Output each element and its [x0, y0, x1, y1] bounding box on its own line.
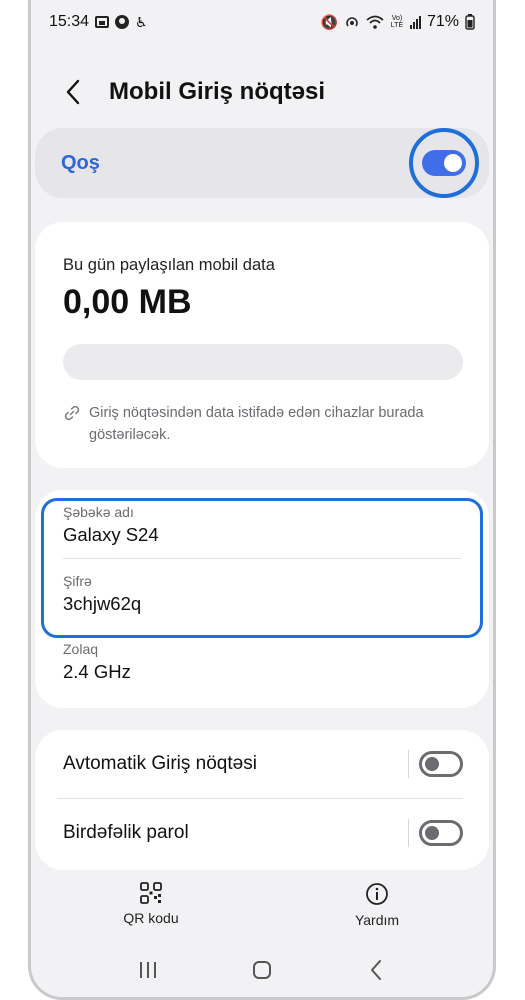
qr-code-icon [140, 882, 162, 904]
toggle-knob [444, 154, 462, 172]
auto-hotspot-toggle[interactable] [419, 751, 463, 777]
help-label: Yardım [354, 912, 400, 928]
switch-highlight-ring [409, 128, 479, 198]
data-usage-amount: 0,00 MB [63, 283, 192, 321]
account-icon [115, 15, 130, 29]
system-nav-bar [31, 942, 493, 997]
home-button[interactable] [242, 950, 282, 990]
recents-button[interactable] [128, 950, 168, 990]
separator [408, 750, 409, 778]
network-highlight-box [41, 498, 483, 638]
page-title: Mobil Giriş nöqtəsi [109, 78, 326, 105]
band-label: Zolaq [63, 641, 99, 657]
data-usage-card: Bu gün paylaşılan mobil data 0,00 MB Gir… [35, 222, 489, 468]
status-left: 15:34 ♿ [49, 13, 148, 31]
one-time-password-toggle[interactable] [419, 820, 463, 846]
accessibility-icon: ♿ [135, 14, 148, 30]
app-header: Mobil Giriş nöqtəsi [31, 64, 493, 120]
volte-label: Vo) LTE [390, 15, 404, 29]
info-icon [366, 883, 388, 905]
auto-hotspot-label: Avtomatik Giriş nöqtəsi [63, 753, 257, 774]
master-toggle[interactable] [422, 150, 466, 176]
home-icon [253, 961, 271, 979]
back-nav-button[interactable] [356, 950, 396, 990]
one-time-password-label: Birdəfəlik parol [63, 822, 189, 843]
phone-frame: 15:34 ♿ 🔇 Vo) LTE 71% Mobil Giriş nöqtəs… [28, 0, 496, 1000]
recents-icon [140, 962, 156, 978]
link-icon [64, 405, 80, 421]
status-right: 🔇 Vo) LTE 71% [321, 13, 475, 31]
one-time-password-row[interactable]: Birdəfəlik parol [59, 799, 463, 867]
separator [408, 819, 409, 847]
data-usage-caption: Bu gün paylaşılan mobil data [63, 256, 275, 274]
battery-icon [465, 14, 475, 30]
options-card: Avtomatik Giriş nöqtəsi Birdəfəlik parol [35, 730, 489, 870]
toggle-knob [425, 757, 439, 771]
back-icon [371, 960, 381, 980]
bottom-actions: QR kodu Yardım [31, 870, 493, 940]
gallery-icon [95, 16, 110, 28]
back-button[interactable] [53, 72, 93, 112]
signal-icon [409, 15, 421, 29]
help-button[interactable]: Yardım [327, 882, 427, 928]
one-time-password-control [408, 819, 463, 847]
battery-percent: 71% [426, 13, 459, 30]
qr-code-label: QR kodu [123, 910, 179, 926]
data-usage-progress [63, 344, 463, 380]
chevron-left-icon [66, 79, 80, 105]
status-time: 15:34 [49, 13, 90, 30]
band-value: 2.4 GHz [63, 661, 131, 682]
toggle-knob [425, 826, 439, 840]
master-switch-label: Qoş [61, 151, 100, 174]
mute-icon: 🔇 [320, 14, 338, 30]
data-usage-note: Giriş nöqtəsindən data istifadə edən cih… [63, 402, 463, 446]
hotspot-icon [346, 17, 358, 27]
master-switch-row[interactable]: Qoş [35, 128, 489, 198]
wifi-icon [366, 15, 384, 29]
auto-hotspot-row[interactable]: Avtomatik Giriş nöqtəsi [59, 730, 463, 798]
qr-code-button[interactable]: QR kodu [101, 882, 201, 926]
auto-hotspot-control [408, 750, 463, 778]
status-bar: 15:34 ♿ 🔇 Vo) LTE 71% [31, 0, 493, 44]
data-usage-note-text: Giriş nöqtəsindən data istifadə edən cih… [89, 405, 424, 443]
